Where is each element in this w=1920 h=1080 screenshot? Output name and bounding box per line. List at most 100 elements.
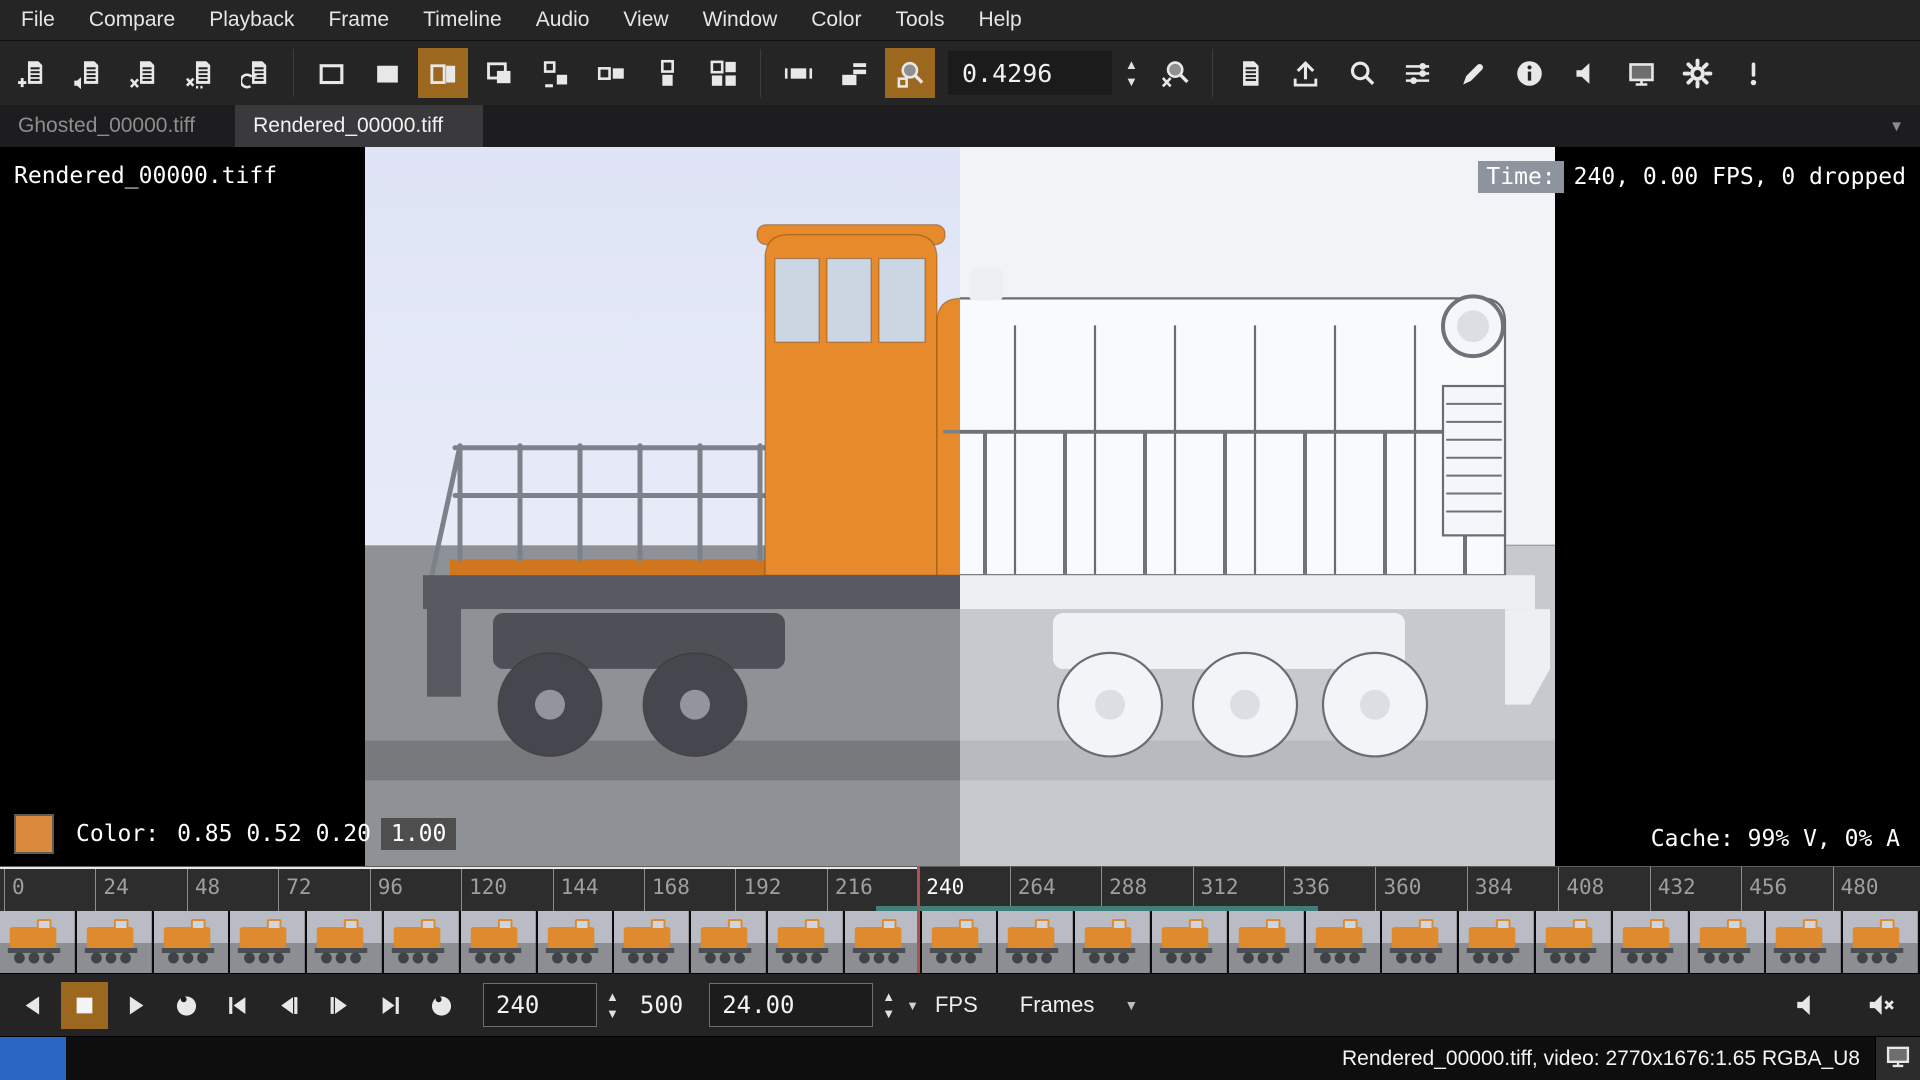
thumbnail-frame[interactable] bbox=[0, 911, 77, 973]
fps-preset-caret-icon[interactable]: ▼ bbox=[906, 998, 919, 1013]
fps-spinner[interactable]: ▲ ▼ bbox=[882, 992, 895, 1019]
menu-file[interactable]: File bbox=[4, 0, 72, 40]
thumbnail-frame[interactable] bbox=[614, 911, 691, 973]
open-file-button[interactable] bbox=[7, 48, 57, 98]
compare-a-button[interactable] bbox=[306, 48, 356, 98]
compare-wipe-button[interactable] bbox=[418, 48, 468, 98]
thumbnail-frame[interactable] bbox=[1459, 911, 1536, 973]
previous-annotation-button[interactable] bbox=[163, 982, 210, 1029]
zoom-tool-button[interactable] bbox=[885, 48, 935, 98]
thumbnail-frame[interactable] bbox=[154, 911, 231, 973]
information-button[interactable] bbox=[1505, 48, 1555, 98]
play-backwards-button[interactable] bbox=[10, 982, 57, 1029]
menu-window[interactable]: Window bbox=[686, 0, 795, 40]
spin-down-icon[interactable]: ▼ bbox=[1125, 77, 1138, 87]
menu-color[interactable]: Color bbox=[794, 0, 878, 40]
thumbnail-frame[interactable] bbox=[691, 911, 768, 973]
hud-time-label: Time: bbox=[1478, 161, 1563, 193]
spin-down-icon[interactable]: ▼ bbox=[606, 1009, 619, 1019]
menu-help[interactable]: Help bbox=[961, 0, 1038, 40]
toolbar-separator bbox=[293, 49, 294, 97]
thumbnail-frame[interactable] bbox=[1766, 911, 1843, 973]
thumbnail-frame[interactable] bbox=[768, 911, 845, 973]
thumbnail-frame[interactable] bbox=[230, 911, 307, 973]
thumbnail-frame[interactable] bbox=[1613, 911, 1690, 973]
menu-compare[interactable]: Compare bbox=[72, 0, 192, 40]
thumbnail-frame[interactable] bbox=[1152, 911, 1229, 973]
thumbnail-frame[interactable] bbox=[538, 911, 615, 973]
thumbnail-frame[interactable] bbox=[845, 911, 922, 973]
viewer-image[interactable] bbox=[365, 147, 1555, 866]
thumbnail-frame[interactable] bbox=[77, 911, 154, 973]
compare-b-button[interactable] bbox=[362, 48, 412, 98]
spin-up-icon[interactable]: ▲ bbox=[882, 992, 895, 1002]
audio-panel-button[interactable] bbox=[1561, 48, 1611, 98]
-object-object--tab[interactable]: Rendered_00000.tiff bbox=[235, 105, 483, 147]
compare-vertical-button[interactable] bbox=[642, 48, 692, 98]
tab-overflow-icon[interactable]: ▼ bbox=[1889, 118, 1904, 135]
fps-field[interactable]: 24.00 bbox=[709, 983, 873, 1027]
current-frame-field[interactable]: 240 bbox=[483, 983, 597, 1027]
media-info-button[interactable] bbox=[1225, 48, 1275, 98]
menu-frame[interactable]: Frame bbox=[311, 0, 406, 40]
thumbnail-frame[interactable] bbox=[1306, 911, 1383, 973]
menu-audio[interactable]: Audio bbox=[519, 0, 607, 40]
compare-horizontal-button[interactable] bbox=[586, 48, 636, 98]
thumbnail-frame[interactable] bbox=[1690, 911, 1767, 973]
thumbnail-frame[interactable] bbox=[1075, 911, 1152, 973]
timeline-ruler[interactable]: 0 24 48 72 96 120 144 168 192 216 bbox=[0, 866, 1920, 912]
settings-button[interactable] bbox=[1673, 48, 1723, 98]
tick-line bbox=[461, 867, 462, 912]
frame-view-button[interactable] bbox=[773, 48, 823, 98]
spin-up-icon[interactable]: ▲ bbox=[1125, 60, 1138, 70]
thumbnail-frame[interactable] bbox=[998, 911, 1075, 973]
-object-object--tab[interactable]: Ghosted_00000.tiff bbox=[0, 105, 235, 147]
display-button[interactable] bbox=[1617, 48, 1667, 98]
zoom-spinner[interactable]: ▲ ▼ bbox=[1125, 60, 1138, 87]
thumbnail-frame[interactable] bbox=[1382, 911, 1459, 973]
thumbnail-frame[interactable] bbox=[1536, 911, 1613, 973]
next-annotation-button[interactable] bbox=[418, 982, 465, 1029]
thumbnail-frame[interactable] bbox=[384, 911, 461, 973]
volume-button[interactable] bbox=[1782, 982, 1829, 1029]
menu-playback[interactable]: Playback bbox=[192, 0, 311, 40]
playhead[interactable] bbox=[917, 866, 920, 973]
end-frame-label: 500 bbox=[640, 991, 683, 1019]
search-button[interactable] bbox=[1337, 48, 1387, 98]
menu-tools[interactable]: Tools bbox=[878, 0, 961, 40]
thumbnail-frame[interactable] bbox=[922, 911, 999, 973]
step-forward-button[interactable] bbox=[316, 982, 363, 1029]
reload-file-button[interactable] bbox=[231, 48, 281, 98]
thumbnail-frame[interactable] bbox=[1229, 911, 1306, 973]
thumbnail-frame[interactable] bbox=[461, 911, 538, 973]
mute-button[interactable] bbox=[1857, 982, 1904, 1029]
spin-down-icon[interactable]: ▼ bbox=[882, 1009, 895, 1019]
timeline-thumbnails[interactable] bbox=[0, 911, 1920, 973]
compare-overlay-button[interactable] bbox=[474, 48, 524, 98]
zoom-value-field[interactable]: 0.4296 bbox=[948, 51, 1112, 95]
stack-view-button[interactable] bbox=[829, 48, 879, 98]
menu-view[interactable]: View bbox=[606, 0, 685, 40]
first-frame-button[interactable] bbox=[214, 982, 261, 1029]
play-forwards-button[interactable] bbox=[112, 982, 159, 1029]
step-back-button[interactable] bbox=[265, 982, 312, 1029]
close-all-files-button[interactable] bbox=[175, 48, 225, 98]
units-dropdown[interactable]: Frames ▼ bbox=[1004, 983, 1154, 1027]
status-display-button[interactable] bbox=[1875, 1037, 1920, 1080]
thumbnail-frame[interactable] bbox=[1843, 911, 1920, 973]
frame-spinner[interactable]: ▲ ▼ bbox=[606, 992, 619, 1019]
errors-button[interactable] bbox=[1729, 48, 1779, 98]
menu-timeline[interactable]: Timeline bbox=[406, 0, 519, 40]
export-button[interactable] bbox=[1281, 48, 1331, 98]
annotations-button[interactable] bbox=[1449, 48, 1499, 98]
thumbnail-frame[interactable] bbox=[307, 911, 384, 973]
compare-difference-button[interactable] bbox=[530, 48, 580, 98]
stop-button[interactable] bbox=[61, 982, 108, 1029]
zoom-reset-button[interactable] bbox=[1150, 48, 1200, 98]
close-file-button[interactable] bbox=[119, 48, 169, 98]
spin-up-icon[interactable]: ▲ bbox=[606, 992, 619, 1002]
compare-tile-button[interactable] bbox=[698, 48, 748, 98]
color-adjustments-button[interactable] bbox=[1393, 48, 1443, 98]
open-file-with-audio-button[interactable] bbox=[63, 48, 113, 98]
last-frame-button[interactable] bbox=[367, 982, 414, 1029]
